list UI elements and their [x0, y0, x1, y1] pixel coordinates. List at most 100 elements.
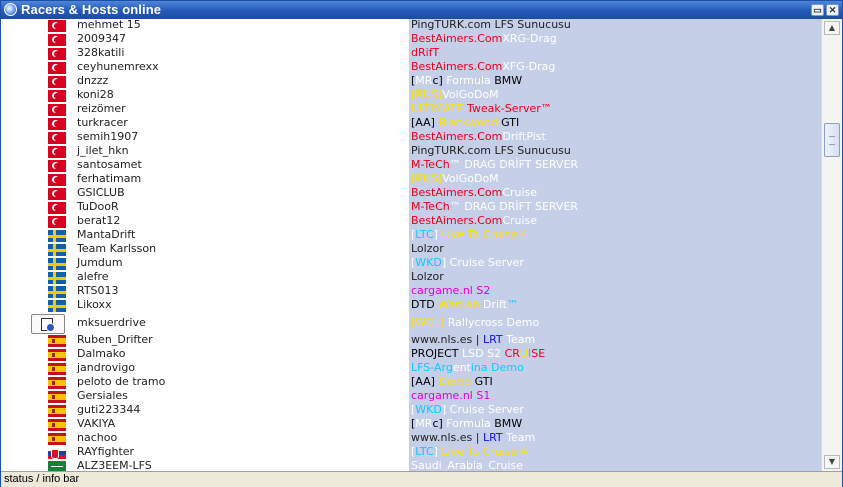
host-name[interactable]: Saudi_Arabia_Cruise [411, 459, 523, 471]
host-name[interactable]: PingTURK.com LFS Sunucusu [411, 144, 571, 158]
list-row[interactable]: RAYfighter [LTC] Live To Cruise 4 [1, 445, 821, 460]
list-row[interactable]: alefre Lolzor [1, 270, 821, 285]
list-row[interactable]: j_ilet_hkn PingTURK.com LFS Sunucusu [1, 144, 821, 159]
host-name[interactable]: [MRc] Formula BMW [411, 417, 522, 431]
host-name[interactable]: www.nls.es | LRT Team [411, 431, 535, 445]
host-name[interactable]: BestAimers.ComXFG-Drag [411, 60, 555, 74]
host-name[interactable]: [WKD] Cruise Server [411, 256, 524, 270]
host-name[interactable]: BestAimers.ComCruise [411, 214, 537, 228]
racer-name[interactable]: Ruben_Drifter [77, 333, 153, 347]
list-row[interactable]: mksuerdrive [WCL] Rallycross Demo [1, 313, 821, 335]
host-name[interactable]: Lolzor [411, 242, 444, 256]
racer-name[interactable]: jandrovigo [77, 361, 135, 375]
racer-name[interactable]: ceyhunemrexx [77, 60, 159, 74]
list-row[interactable]: guti223344 [WKD] Cruise Server [1, 403, 821, 418]
racer-name[interactable]: ferhatimam [77, 172, 141, 186]
host-name[interactable]: cargame.nl S2 [411, 284, 490, 298]
racer-name[interactable]: Dalmako [77, 347, 125, 361]
host-name[interactable]: [WCL] Rallycross Demo [411, 316, 539, 330]
racer-name[interactable]: reizömer [77, 102, 126, 116]
host-name[interactable]: [AA] Blackwood GTI [411, 116, 519, 130]
racer-name[interactable]: berat12 [77, 214, 120, 228]
vertical-scrollbar[interactable]: ▲ ▼ [821, 19, 842, 471]
host-name[interactable]: ULTIMATE Tweak-Server™ [411, 102, 552, 116]
racer-name[interactable]: mksuerdrive [77, 316, 146, 330]
host-name[interactable]: PROJECT LSD S2 CRUISE [411, 347, 545, 361]
racer-name[interactable]: dnzzz [77, 74, 108, 88]
scroll-thumb[interactable] [824, 123, 840, 157]
list-row[interactable]: Ruben_Drifter www.nls.es | LRT Team [1, 333, 821, 348]
racer-name[interactable]: 328katili [77, 46, 124, 60]
host-name[interactable]: [WKD] Cruise Server [411, 403, 524, 417]
host-name[interactable]: [AA] Demo GTI [411, 375, 493, 389]
list-row[interactable]: berat12 BestAimers.ComCruise [1, 214, 821, 229]
host-name[interactable]: M-TeCh™ DRAG DRİFT SERVER [411, 200, 578, 214]
list-row[interactable]: ferhatimam [RUS]VolGoDoM [1, 172, 821, 187]
racer-name[interactable]: RTS013 [77, 284, 119, 298]
racers-hosts-list[interactable]: mehmet 15 PingTURK.com LFS Sunucusu 200934… [1, 19, 821, 471]
host-name[interactable]: BestAimers.ComXRG-Drag [411, 32, 557, 46]
list-row[interactable]: GSICLUB BestAimers.ComCruise [1, 186, 821, 201]
racer-name[interactable]: GSICLUB [77, 186, 125, 200]
title-bar[interactable]: Racers & Hosts online ▭ ✕ [1, 1, 842, 19]
list-row[interactable]: Team Karlsson Lolzor [1, 242, 821, 257]
host-name[interactable]: LFS-Argentina Demo [411, 361, 524, 375]
list-row[interactable]: turkracer [AA] Blackwood GTI [1, 116, 821, 131]
host-name[interactable]: BestAimers.ComDriftPist [411, 130, 546, 144]
list-row[interactable]: jandrovigo LFS-Argentina Demo [1, 361, 821, 376]
list-row[interactable]: semih1907 BestAimers.ComDriftPist [1, 130, 821, 145]
list-row[interactable]: Dalmako PROJECT LSD S2 CRUISE [1, 347, 821, 362]
list-row[interactable]: ALZ3EEM-LFS Saudi_Arabia_Cruise [1, 459, 821, 471]
racer-name[interactable]: Likoxx [77, 298, 112, 312]
racer-name[interactable]: peloto de tramo [77, 375, 165, 389]
list-row[interactable]: 328katili dRifT [1, 46, 821, 61]
racer-name[interactable]: semih1907 [77, 130, 138, 144]
host-name[interactable]: DTD WarLab Drift™ [411, 298, 518, 312]
host-name[interactable]: www.nls.es | LRT Team [411, 333, 535, 347]
list-row[interactable]: Gersiales cargame.nl S1 [1, 389, 821, 404]
minimize-button[interactable]: ▭ [811, 4, 824, 16]
host-name[interactable]: PingTURK.com LFS Sunucusu [411, 19, 571, 32]
host-name[interactable]: dRifT [411, 46, 439, 60]
racer-name[interactable]: VAKIYA [77, 417, 115, 431]
racer-name[interactable]: j_ilet_hkn [77, 144, 129, 158]
list-row[interactable]: peloto de tramo [AA] Demo GTI [1, 375, 821, 390]
host-name[interactable]: M-TeCh™ DRAG DRİFT SERVER [411, 158, 578, 172]
host-name[interactable]: [MRc] Formula BMW [411, 74, 522, 88]
host-name[interactable]: cargame.nl S1 [411, 389, 490, 403]
list-row[interactable]: reizömer ULTIMATE Tweak-Server™ [1, 102, 821, 117]
list-row[interactable]: RTS013 cargame.nl S2 [1, 284, 821, 299]
scroll-up-button[interactable]: ▲ [824, 21, 840, 35]
host-name[interactable]: [RUS]VolGoDoM [411, 172, 499, 186]
racer-name[interactable]: santosamet [77, 158, 142, 172]
racer-name[interactable]: Team Karlsson [77, 242, 156, 256]
list-row[interactable]: TuDooR M-TeCh™ DRAG DRİFT SERVER [1, 200, 821, 215]
list-row[interactable]: MantaDrift [LTC] Live To Cruise 4 [1, 228, 821, 243]
list-row[interactable]: Likoxx DTD WarLab Drift™ [1, 298, 821, 313]
racer-name[interactable]: Jumdum [77, 256, 123, 270]
close-button[interactable]: ✕ [826, 4, 839, 16]
racer-name[interactable]: TuDooR [77, 200, 119, 214]
list-row[interactable]: koni28 [RUS]VolGoDoM [1, 88, 821, 103]
racer-name[interactable]: nachoo [77, 431, 117, 445]
racer-name[interactable]: mehmet 15 [77, 19, 141, 32]
racer-name[interactable]: alefre [77, 270, 109, 284]
racer-name[interactable]: 2009347 [77, 32, 126, 46]
racer-name[interactable]: MantaDrift [77, 228, 135, 242]
racer-name[interactable]: turkracer [77, 116, 128, 130]
host-name[interactable]: BestAimers.ComCruise [411, 186, 537, 200]
host-name[interactable]: Lolzor [411, 270, 444, 284]
list-row[interactable]: santosamet M-TeCh™ DRAG DRİFT SERVER [1, 158, 821, 173]
list-row[interactable]: ceyhunemrexx BestAimers.ComXFG-Drag [1, 60, 821, 75]
host-name[interactable]: [LTC] Live To Cruise 4 [411, 228, 528, 242]
list-row[interactable]: dnzzz [MRc] Formula BMW [1, 74, 821, 89]
scroll-down-button[interactable]: ▼ [824, 455, 840, 469]
racer-name[interactable]: guti223344 [77, 403, 140, 417]
host-name[interactable]: [LTC] Live To Cruise 4 [411, 445, 528, 459]
host-name[interactable]: [RUS]VolGoDoM [411, 88, 499, 102]
list-row[interactable]: VAKIYA [MRc] Formula BMW [1, 417, 821, 432]
racer-name[interactable]: koni28 [77, 88, 114, 102]
racer-name[interactable]: ALZ3EEM-LFS [77, 459, 152, 471]
racer-name[interactable]: RAYfighter [77, 445, 134, 459]
racer-name[interactable]: Gersiales [77, 389, 128, 403]
